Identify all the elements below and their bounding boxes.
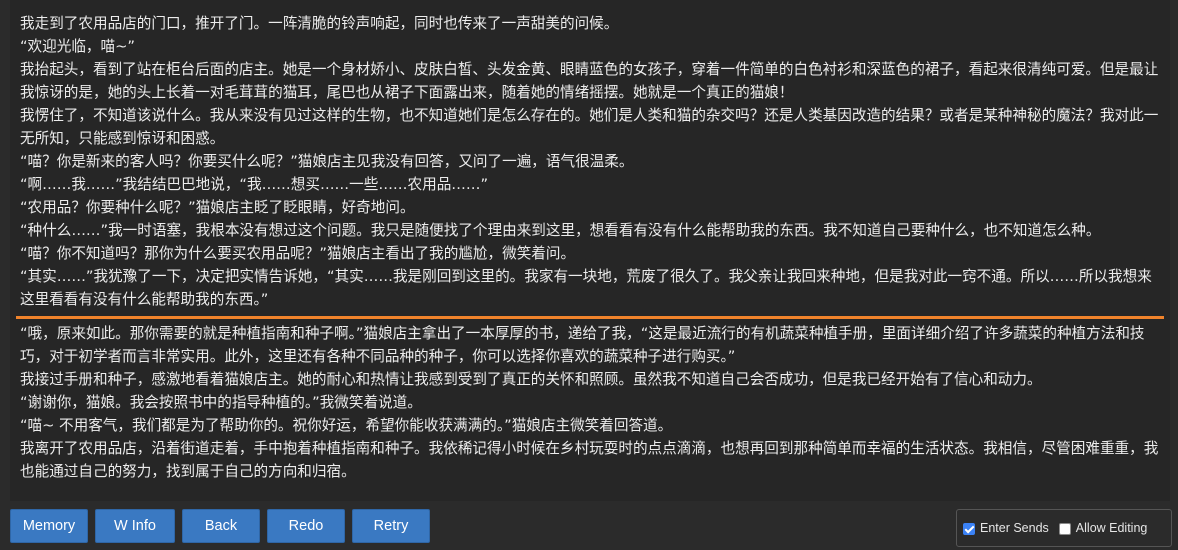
- edit-divider: [16, 316, 1164, 319]
- enter-sends-checkbox[interactable]: [963, 523, 975, 535]
- story-before-divider: 我走到了农用品店的门口，推开了门。一阵清脆的铃声响起，同时也传来了一声甜美的问候…: [20, 12, 1160, 311]
- memory-button[interactable]: Memory: [10, 509, 88, 543]
- story-paragraph: “啊……我……”我结结巴巴地说，“我……想买……一些……农用品……”: [20, 176, 489, 193]
- story-paragraph: “谢谢你，猫娘。我会按照书中的指导种植的。”我微笑着说道。: [20, 394, 422, 411]
- redo-button[interactable]: Redo: [267, 509, 345, 543]
- allow-editing-option[interactable]: Allow Editing: [1058, 521, 1148, 535]
- story-paragraph: “喵？你是新来的客人吗？你要买什么呢？”猫娘店主见我没有回答，又问了一遍，语气很…: [20, 153, 634, 170]
- app-window: 我走到了农用品店的门口，推开了门。一阵清脆的铃声响起，同时也传来了一声甜美的问候…: [0, 0, 1178, 550]
- story-paragraph: “欢迎光临，喵~”: [20, 38, 135, 55]
- story-paragraph: “哦，原来如此。那你需要的就是种植指南和种子啊。”猫娘店主拿出了一本厚厚的书，递…: [20, 325, 1145, 365]
- world-info-button[interactable]: W Info: [95, 509, 175, 543]
- story-after-divider: “哦，原来如此。那你需要的就是种植指南和种子啊。”猫娘店主拿出了一本厚厚的书，递…: [20, 322, 1160, 483]
- story-paragraph: 我接过手册和种子，感激地看着猫娘店主。她的耐心和热情让我感到受到了真正的关怀和照…: [20, 371, 1042, 388]
- allow-editing-checkbox[interactable]: [1058, 523, 1071, 535]
- story-paragraph: “其实……”我犹豫了一下，决定把实情告诉她，“其实……我是刚回到这里的。我家有一…: [20, 268, 1152, 308]
- retry-button[interactable]: Retry: [352, 509, 430, 543]
- story-paragraph: “喵~ 不用客气，我们都是为了帮助你的。祝你好运，希望你能收获满满的。”猫娘店主…: [20, 417, 673, 434]
- enter-sends-label: Enter Sends: [980, 521, 1049, 535]
- story-paragraph: “喵？你不知道吗？那你为什么要买农用品呢？”猫娘店主看出了我的尴尬，微笑着问。: [20, 245, 576, 262]
- story-paragraph: 我离开了农用品店，沿着街道走着，手中抱着种植指南和种子。我依稀记得小时候在乡村玩…: [20, 440, 1159, 480]
- story-paragraph: 我走到了农用品店的门口，推开了门。一阵清脆的铃声响起，同时也传来了一声甜美的问候…: [20, 15, 619, 32]
- enter-sends-option[interactable]: Enter Sends: [963, 521, 1049, 535]
- story-paragraph: 我抬起头，看到了站在柜台后面的店主。她是一个身材娇小、皮肤白皙、头发金黄、眼睛蓝…: [20, 61, 1159, 101]
- options-panel: Enter Sends Allow Editing: [956, 509, 1172, 547]
- back-button[interactable]: Back: [182, 509, 260, 543]
- story-paragraph: “农用品？你要种什么呢？”猫娘店主眨了眨眼睛，好奇地问。: [20, 199, 415, 216]
- story-paragraph: “种什么……”我一时语塞，我根本没有想过这个问题。我只是随便找了个理由来到这里，…: [20, 222, 1101, 239]
- story-output[interactable]: 我走到了农用品店的门口，推开了门。一阵清脆的铃声响起，同时也传来了一声甜美的问候…: [10, 0, 1170, 501]
- action-toolbar: Memory W Info Back Redo Retry: [10, 509, 430, 543]
- allow-editing-label: Allow Editing: [1075, 521, 1148, 535]
- story-paragraph: 我愣住了，不知道该说什么。我从来没有见过这样的生物，也不知道她们是怎么存在的。她…: [20, 107, 1159, 147]
